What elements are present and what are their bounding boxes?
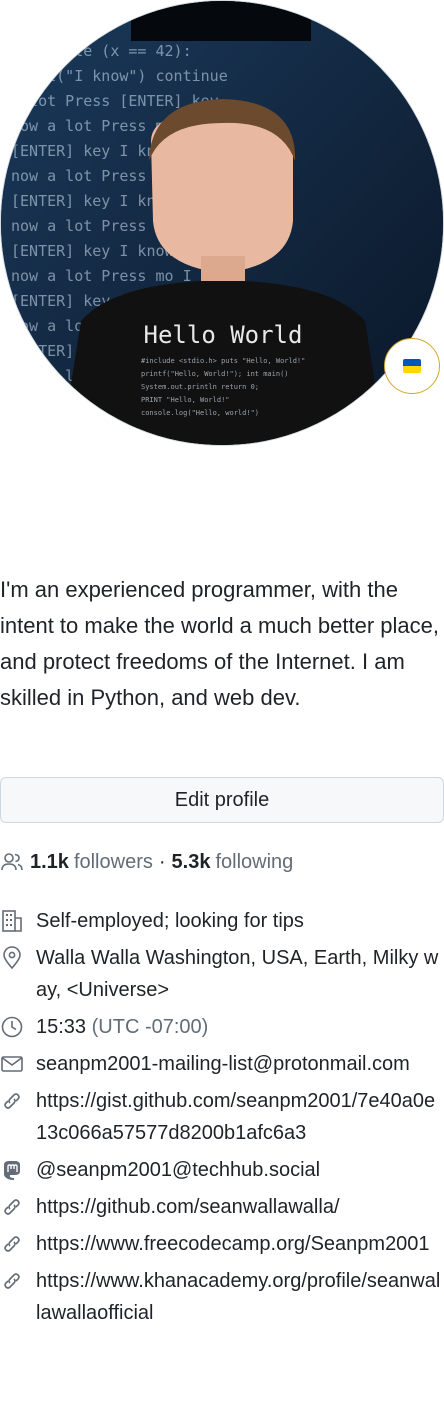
link-item: https://gist.github.com/seanpm2001/7e40a… (0, 1085, 444, 1149)
svg-text:print("I know") continue: print("I know") continue (11, 67, 228, 85)
avatar[interactable]: >>> while (x == 42): print("I know") con… (0, 0, 444, 446)
mastodon-icon (4, 1161, 20, 1180)
link-icon (4, 1236, 20, 1252)
edit-profile-button[interactable]: Edit profile (0, 777, 444, 823)
svg-text:#include <stdio.h> puts "Hell: #include <stdio.h> puts "Hello, World!" (141, 357, 305, 365)
follow-stats: 1.1k followers · 5.3k following (0, 848, 444, 876)
github-link[interactable]: https://github.com/seanwallawalla/ (36, 1191, 444, 1223)
email-item: seanpm2001-mailing-list@protonmail.com (0, 1048, 444, 1080)
link-icon (4, 1199, 20, 1215)
avatar-shirt-text: Hello World (144, 321, 303, 349)
link-item: https://www.khanacademy.org/profile/sean… (0, 1265, 444, 1329)
people-icon (1, 853, 23, 871)
company-text: Self-employed; looking for tips (36, 910, 304, 932)
location-pin-icon (3, 946, 21, 970)
link-icon (4, 1273, 20, 1289)
local-time-item: 15:33 (UTC -07:00) (0, 1011, 444, 1043)
followers-count: 1.1k (30, 850, 69, 873)
follow-separator: · (158, 850, 166, 873)
following-link[interactable]: 5.3k following (172, 851, 294, 874)
svg-text:PRINT "Hello, World!": PRINT "Hello, World!" (141, 396, 230, 404)
email-link[interactable]: seanpm2001-mailing-list@protonmail.com (36, 1048, 444, 1080)
gist-link[interactable]: https://gist.github.com/seanpm2001/7e40a… (36, 1085, 444, 1149)
freecodecamp-link[interactable]: https://www.freecodecamp.org/Seanpm2001 (36, 1228, 444, 1260)
svg-text:printf("Hello, World!"); int m: printf("Hello, World!"); int main() (141, 370, 289, 378)
building-icon (2, 910, 22, 932)
svg-text:>>> while (x == 42):: >>> while (x == 42): (11, 42, 192, 60)
svg-text:System.out.println return 0;: System.out.println return 0; (141, 383, 259, 391)
clock-icon (1, 1016, 23, 1038)
status-badge[interactable] (384, 338, 440, 394)
user-bio: I'm an experienced programmer, with the … (0, 577, 440, 710)
svg-text:console.log("Hello, world!"): console.log("Hello, world!") (141, 409, 259, 417)
local-time: 15:33 (36, 1016, 87, 1038)
ukraine-flag-icon (403, 359, 421, 373)
location-item: Walla Walla Washington, USA, Earth, Milk… (0, 942, 444, 1006)
avatar-container: >>> while (x == 42): print("I know") con… (0, 0, 444, 446)
mail-icon (1, 1056, 23, 1072)
followers-label: followers (73, 850, 153, 873)
location-text: Walla Walla Washington, USA, Earth, Milk… (36, 947, 439, 1001)
profile-details: Self-employed; looking for tips Walla Wa… (0, 905, 444, 1334)
following-count: 5.3k (171, 850, 211, 873)
link-item: https://www.freecodecamp.org/Seanpm2001 (0, 1228, 444, 1260)
following-label: following (215, 850, 294, 873)
khanacademy-link[interactable]: https://www.khanacademy.org/profile/sean… (36, 1265, 444, 1329)
mastodon-link[interactable]: @seanpm2001@techhub.social (36, 1154, 444, 1186)
avatar-image: >>> while (x == 42): print("I know") con… (1, 1, 443, 445)
followers-link[interactable]: 1.1k followers (30, 851, 153, 874)
company-item: Self-employed; looking for tips (0, 905, 444, 937)
link-item: https://github.com/seanwallawalla/ (0, 1191, 444, 1223)
mastodon-item: @seanpm2001@techhub.social (0, 1154, 444, 1186)
link-icon (4, 1093, 20, 1109)
timezone: (UTC -07:00) (91, 1016, 209, 1038)
